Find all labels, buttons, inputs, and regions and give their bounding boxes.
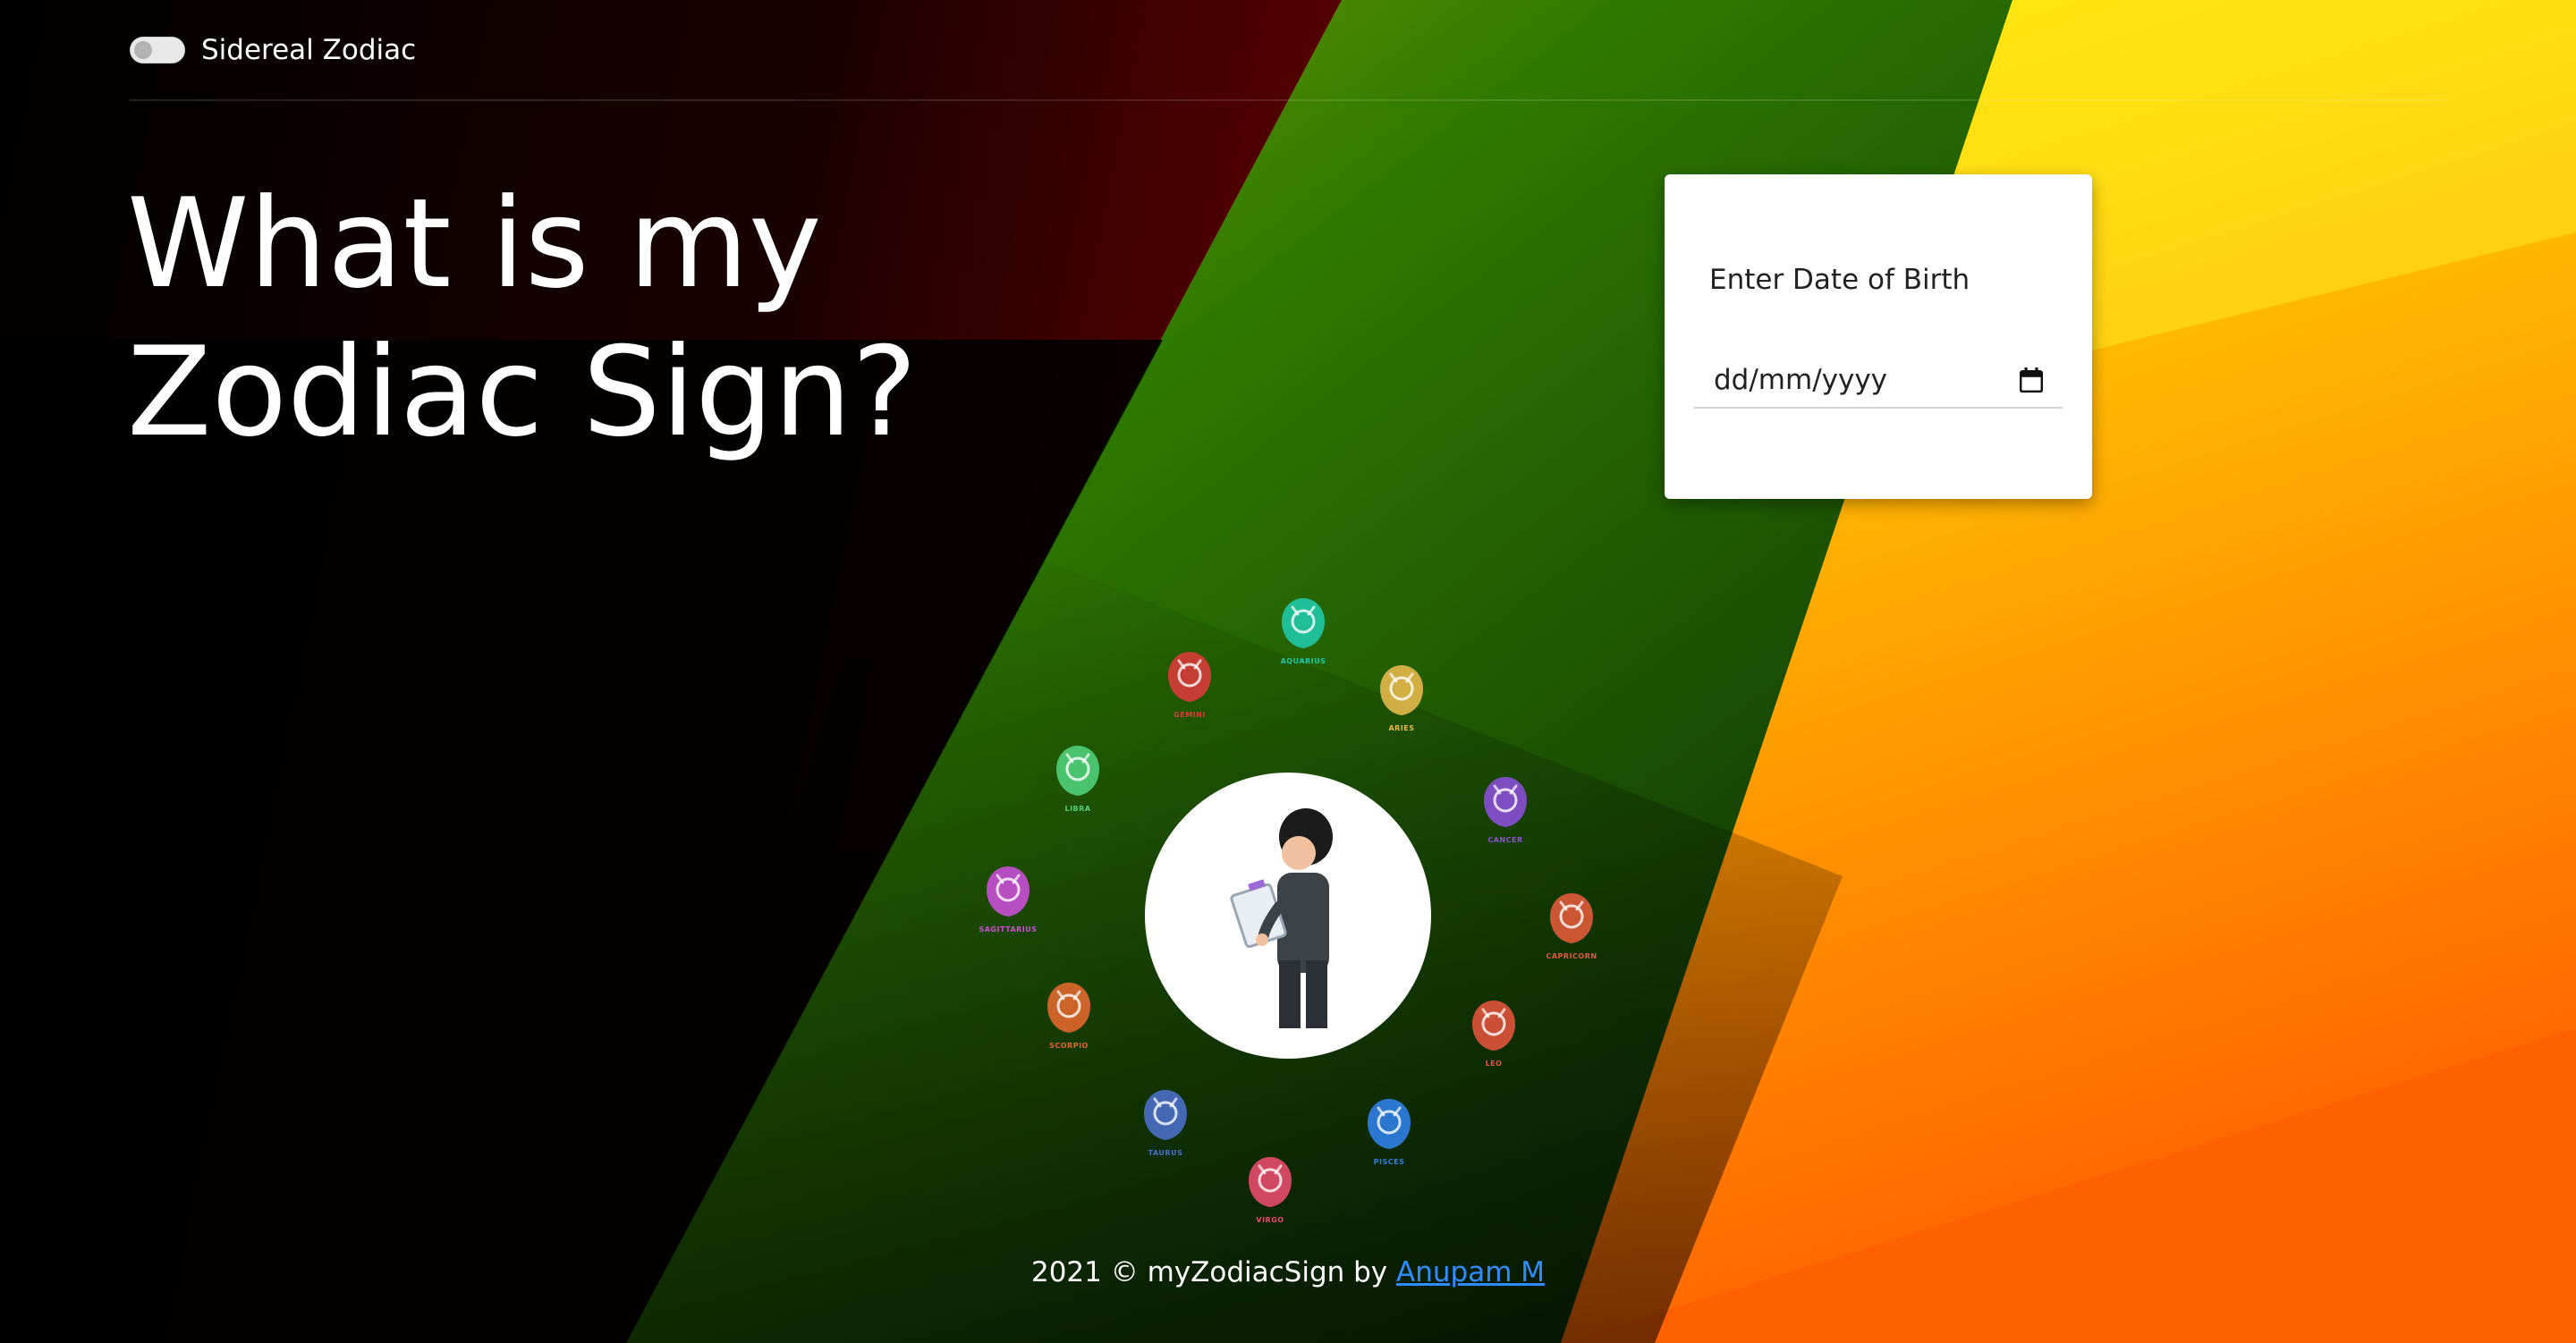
dob-label: Enter Date of Birth bbox=[1709, 264, 1970, 296]
person-with-clipboard-icon bbox=[1230, 808, 1333, 1028]
zodiac-sign-aries: ARIES bbox=[1375, 662, 1428, 732]
cancer-icon bbox=[1484, 777, 1527, 827]
pisces-icon bbox=[1368, 1099, 1411, 1149]
zodiac-sign-taurus: TAURUS bbox=[1139, 1086, 1192, 1157]
zodiac-sign-label: ARIES bbox=[1388, 724, 1415, 732]
virgo-icon bbox=[1249, 1157, 1292, 1207]
libra-icon bbox=[1056, 746, 1099, 796]
taurus-icon bbox=[1144, 1090, 1187, 1140]
aries-icon bbox=[1380, 665, 1423, 715]
header-divider bbox=[130, 99, 2448, 101]
zodiac-sign-leo: LEO bbox=[1467, 997, 1521, 1068]
sidereal-toggle-row: Sidereal Zodiac bbox=[130, 34, 416, 66]
zodiac-sign-cancer: CANCER bbox=[1479, 773, 1532, 844]
dob-input[interactable]: dd/mm/yyyy bbox=[1694, 353, 2063, 409]
scorpio-icon bbox=[1047, 983, 1090, 1033]
zodiac-sign-aquarius: AQUARIUS bbox=[1276, 595, 1330, 665]
gemini-icon bbox=[1168, 652, 1211, 702]
center-illustration bbox=[1145, 773, 1431, 1059]
zodiac-sign-label: VIRGO bbox=[1256, 1216, 1284, 1224]
zodiac-sign-label: SCORPIO bbox=[1049, 1042, 1089, 1050]
zodiac-sign-label: SAGITTARIUS bbox=[979, 925, 1038, 933]
zodiac-sign-gemini: GEMINI bbox=[1163, 648, 1216, 719]
sidereal-toggle-label: Sidereal Zodiac bbox=[201, 34, 417, 66]
author-link[interactable]: Anupam M bbox=[1396, 1256, 1545, 1288]
capricorn-icon bbox=[1550, 893, 1593, 943]
aquarius-icon bbox=[1282, 598, 1325, 648]
leo-icon bbox=[1472, 1001, 1515, 1051]
zodiac-sign-label: TAURUS bbox=[1148, 1149, 1183, 1157]
zodiac-sign-sagittarius: SAGITTARIUS bbox=[979, 863, 1037, 933]
zodiac-sign-capricorn: CAPRICORN bbox=[1545, 890, 1598, 960]
zodiac-sign-libra: LIBRA bbox=[1051, 742, 1105, 813]
zodiac-sign-label: CAPRICORN bbox=[1546, 952, 1597, 960]
sidereal-toggle[interactable] bbox=[130, 37, 185, 63]
toggle-knob bbox=[134, 41, 152, 59]
zodiac-sign-scorpio: SCORPIO bbox=[1042, 979, 1096, 1050]
dob-card: Enter Date of Birth dd/mm/yyyy bbox=[1665, 174, 2092, 499]
zodiac-sign-label: LIBRA bbox=[1064, 805, 1091, 813]
zodiac-sign-label: CANCER bbox=[1487, 836, 1523, 844]
zodiac-sign-label: LEO bbox=[1485, 1060, 1503, 1068]
page-title: What is my Zodiac Sign? bbox=[127, 172, 918, 464]
zodiac-sign-pisces: PISCES bbox=[1362, 1095, 1416, 1166]
zodiac-sign-virgo: VIRGO bbox=[1243, 1153, 1297, 1224]
footer: 2021 © myZodiacSign by Anupam M bbox=[0, 1256, 2576, 1288]
zodiac-sign-label: PISCES bbox=[1373, 1158, 1405, 1166]
zodiac-sign-label: AQUARIUS bbox=[1280, 657, 1326, 665]
dob-placeholder: dd/mm/yyyy bbox=[1714, 364, 1888, 396]
footer-text: 2021 © myZodiacSign by bbox=[1030, 1256, 1388, 1288]
calendar-icon[interactable] bbox=[2020, 367, 2043, 393]
sagittarius-icon bbox=[987, 866, 1030, 916]
zodiac-sign-label: GEMINI bbox=[1174, 711, 1206, 719]
